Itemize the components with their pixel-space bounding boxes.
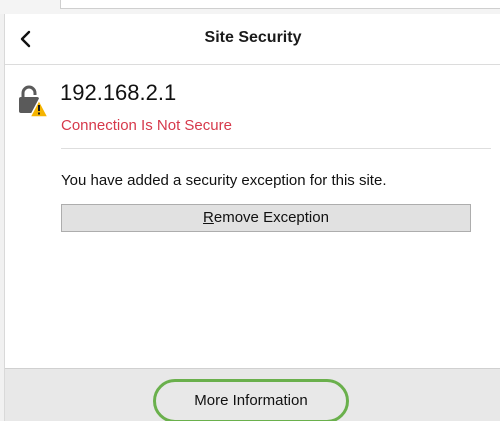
panel-footer: More Information xyxy=(5,368,500,421)
more-information-button[interactable]: More Information xyxy=(153,379,349,421)
connection-status: Connection Is Not Secure xyxy=(61,117,232,134)
remove-exception-button[interactable]: Remove Exception xyxy=(61,204,471,232)
site-security-panel: Site Security 192.168.2.1 Connection Is … xyxy=(4,14,500,421)
chevron-left-icon xyxy=(20,30,31,48)
site-host: 192.168.2.1 xyxy=(60,80,177,105)
browser-top-strip xyxy=(0,0,500,14)
panel-title: Site Security xyxy=(204,29,302,46)
lock-warning-icon xyxy=(19,85,49,118)
section-divider xyxy=(61,148,491,149)
back-button[interactable] xyxy=(13,26,39,52)
site-security-screenshot: Site Security 192.168.2.1 Connection Is … xyxy=(0,0,500,421)
exception-message: You have added a security exception for … xyxy=(61,172,387,189)
panel-header: Site Security xyxy=(5,14,500,65)
remove-button-mnemonic: R xyxy=(203,209,214,226)
browser-tab-edge xyxy=(60,0,500,9)
remove-button-label: emove Exception xyxy=(213,209,329,226)
